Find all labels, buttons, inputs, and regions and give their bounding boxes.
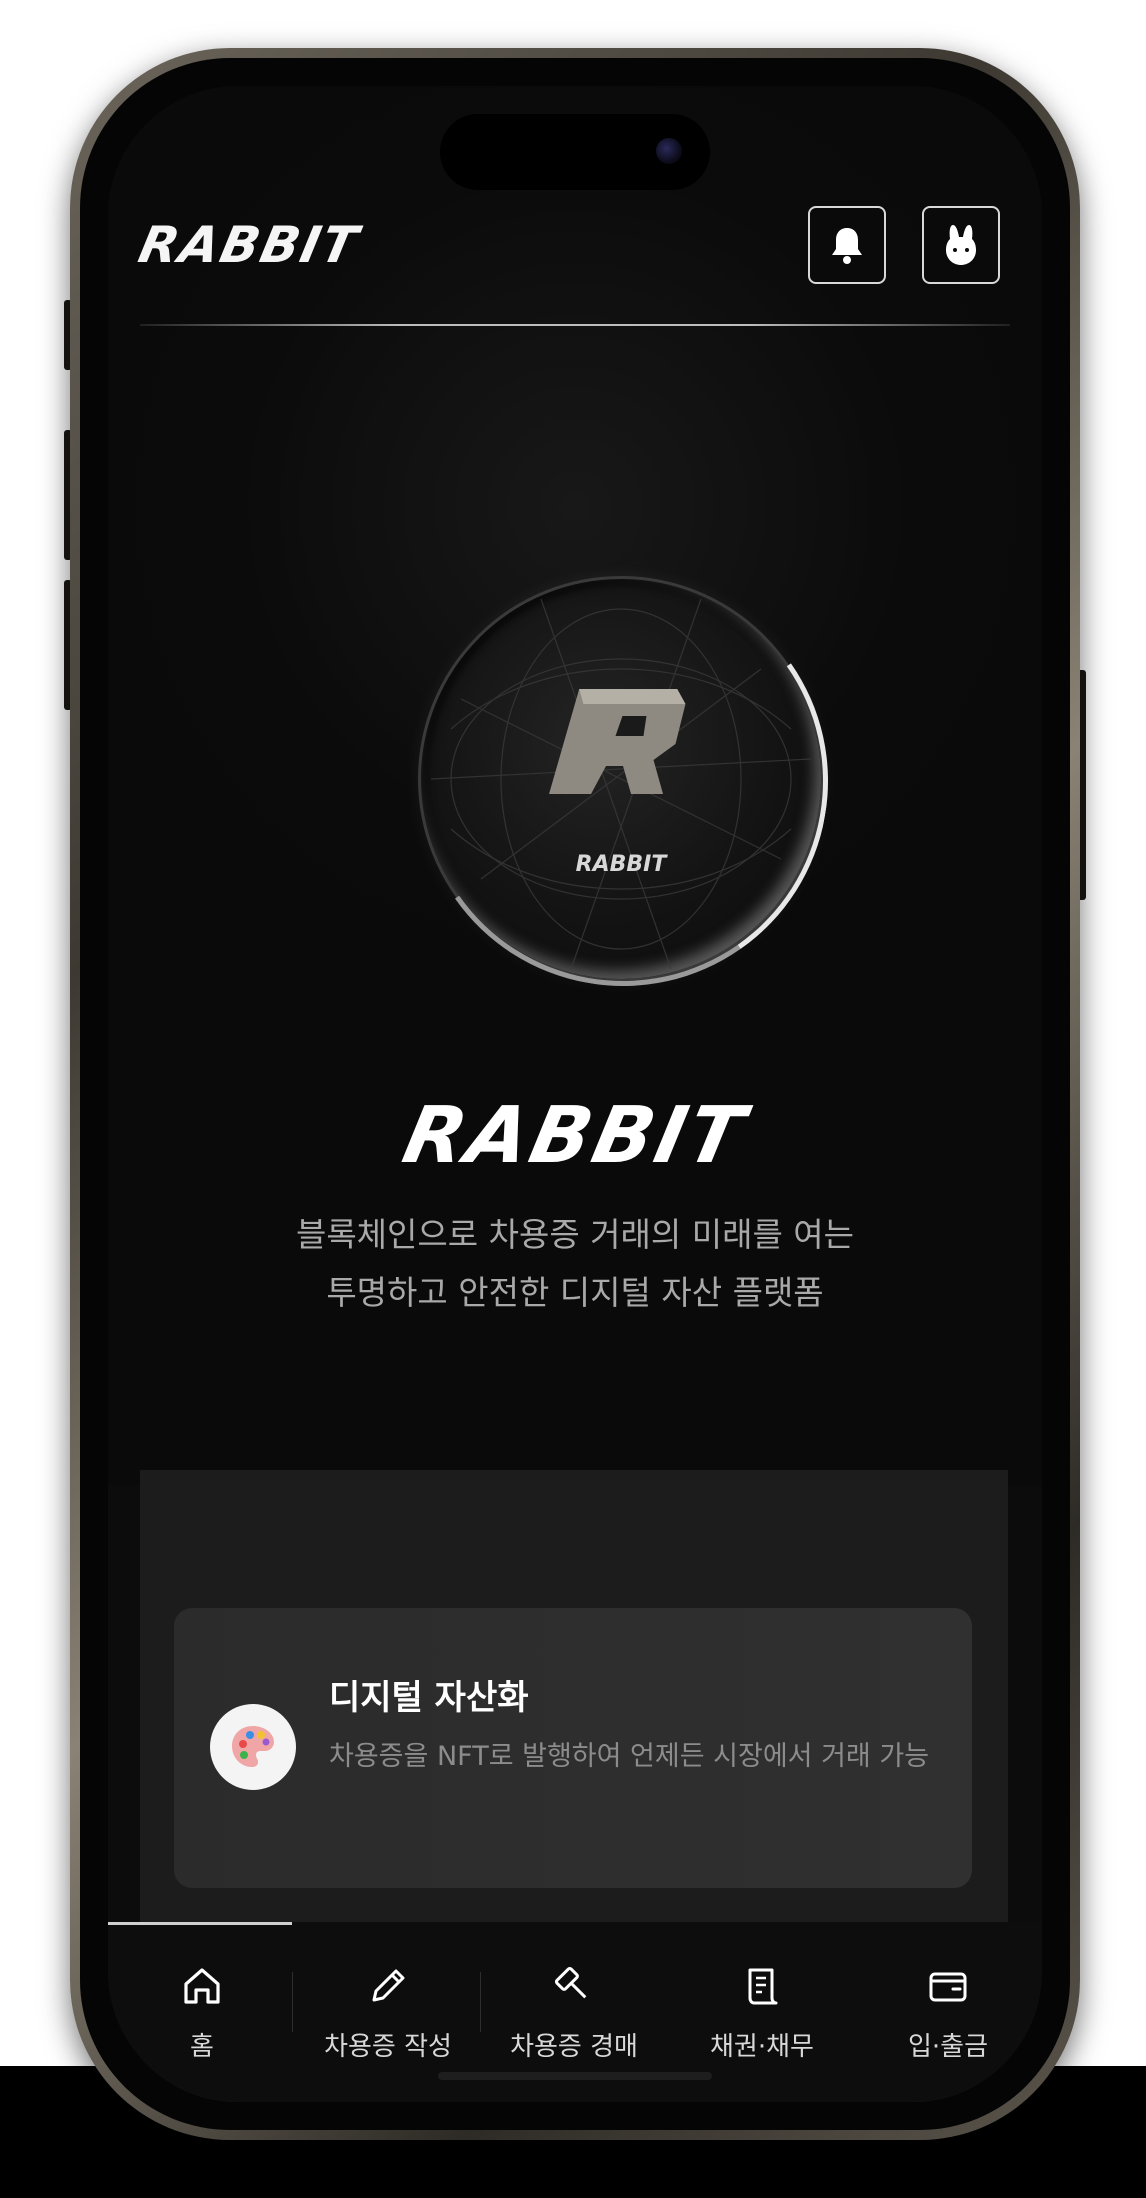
- palette-icon: [232, 1726, 274, 1767]
- gavel-icon: [554, 1966, 587, 1999]
- feature-card[interactable]: 디지털 자산화 차용증을 NFT로 발행하여 언제든 시장에서 거래 가능: [174, 1608, 972, 1888]
- notifications-button[interactable]: [808, 206, 886, 284]
- rabbit-icon: [946, 225, 976, 265]
- nav-item-bonds-debts[interactable]: 채권·채무: [668, 1922, 856, 2072]
- nav-item-write-iou[interactable]: 차용증 작성: [294, 1922, 482, 2072]
- rabbit-coin: RABBIT: [385, 543, 861, 1019]
- app-header: RABBIT: [108, 206, 1042, 316]
- brand-logo[interactable]: RABBIT: [134, 216, 364, 274]
- home-icon: [184, 1968, 220, 2004]
- feature-description: 차용증을 NFT로 발행하여 언제든 시장에서 거래 가능: [329, 1741, 930, 1772]
- hero-subtitle: 블록체인으로 차용증 거래의 미래를 여는 투명하고 안전한 디지털 자산 플랫…: [108, 1206, 1042, 1322]
- feature-title: 디지털 자산화: [329, 1678, 529, 1718]
- home-indicator: [438, 2072, 712, 2080]
- phone-frame: RABBIT RABBIT RABBIT 블록체인으로 차용증 거래의 미래를 …: [70, 48, 1080, 2140]
- device-mockup: RABBIT RABBIT RABBIT 블록체인으로 차용증 거래의 미래를 …: [0, 0, 1146, 2198]
- scroll-icon: [748, 1968, 778, 2005]
- pencil-icon: [372, 1969, 405, 2002]
- hero-title: RABBIT: [395, 1091, 755, 1181]
- nav-item-home[interactable]: 홈: [108, 1922, 296, 2072]
- nav-separator: [292, 1972, 293, 2032]
- floor-bar: [20, 2160, 1130, 2190]
- bell-icon: [832, 228, 862, 264]
- nav-label-iou-auction: 차용증 경매: [510, 2032, 638, 2062]
- hero-subtitle-line2: 투명하고 안전한 디지털 자산 플랫폼: [326, 1273, 824, 1312]
- feature-icon-circle: [210, 1704, 296, 1790]
- dynamic-island: [440, 114, 710, 190]
- nav-item-iou-auction[interactable]: 차용증 경매: [480, 1922, 668, 2072]
- nav-label-deposit-withdraw: 입·출금: [907, 2032, 989, 2062]
- profile-button[interactable]: [922, 206, 1000, 284]
- nav-label-write-iou: 차용증 작성: [324, 2032, 452, 2062]
- hero-subtitle-line1: 블록체인으로 차용증 거래의 미래를 여는: [295, 1215, 855, 1254]
- nav-label-bonds-debts: 채권·채무: [710, 2032, 814, 2062]
- front-camera: [656, 138, 682, 164]
- app-screen: RABBIT RABBIT RABBIT 블록체인으로 차용증 거래의 미래를 …: [108, 86, 1042, 2102]
- header-divider: [140, 324, 1010, 326]
- nav-item-deposit-withdraw[interactable]: 입·출금: [854, 1922, 1042, 2072]
- wallet-icon: [929, 1972, 967, 2002]
- bottom-navigation: 홈 차용증 작성 차용증 경매 채권·채무 입·출금: [108, 1922, 1042, 2102]
- nav-label-home: 홈: [190, 2032, 214, 2062]
